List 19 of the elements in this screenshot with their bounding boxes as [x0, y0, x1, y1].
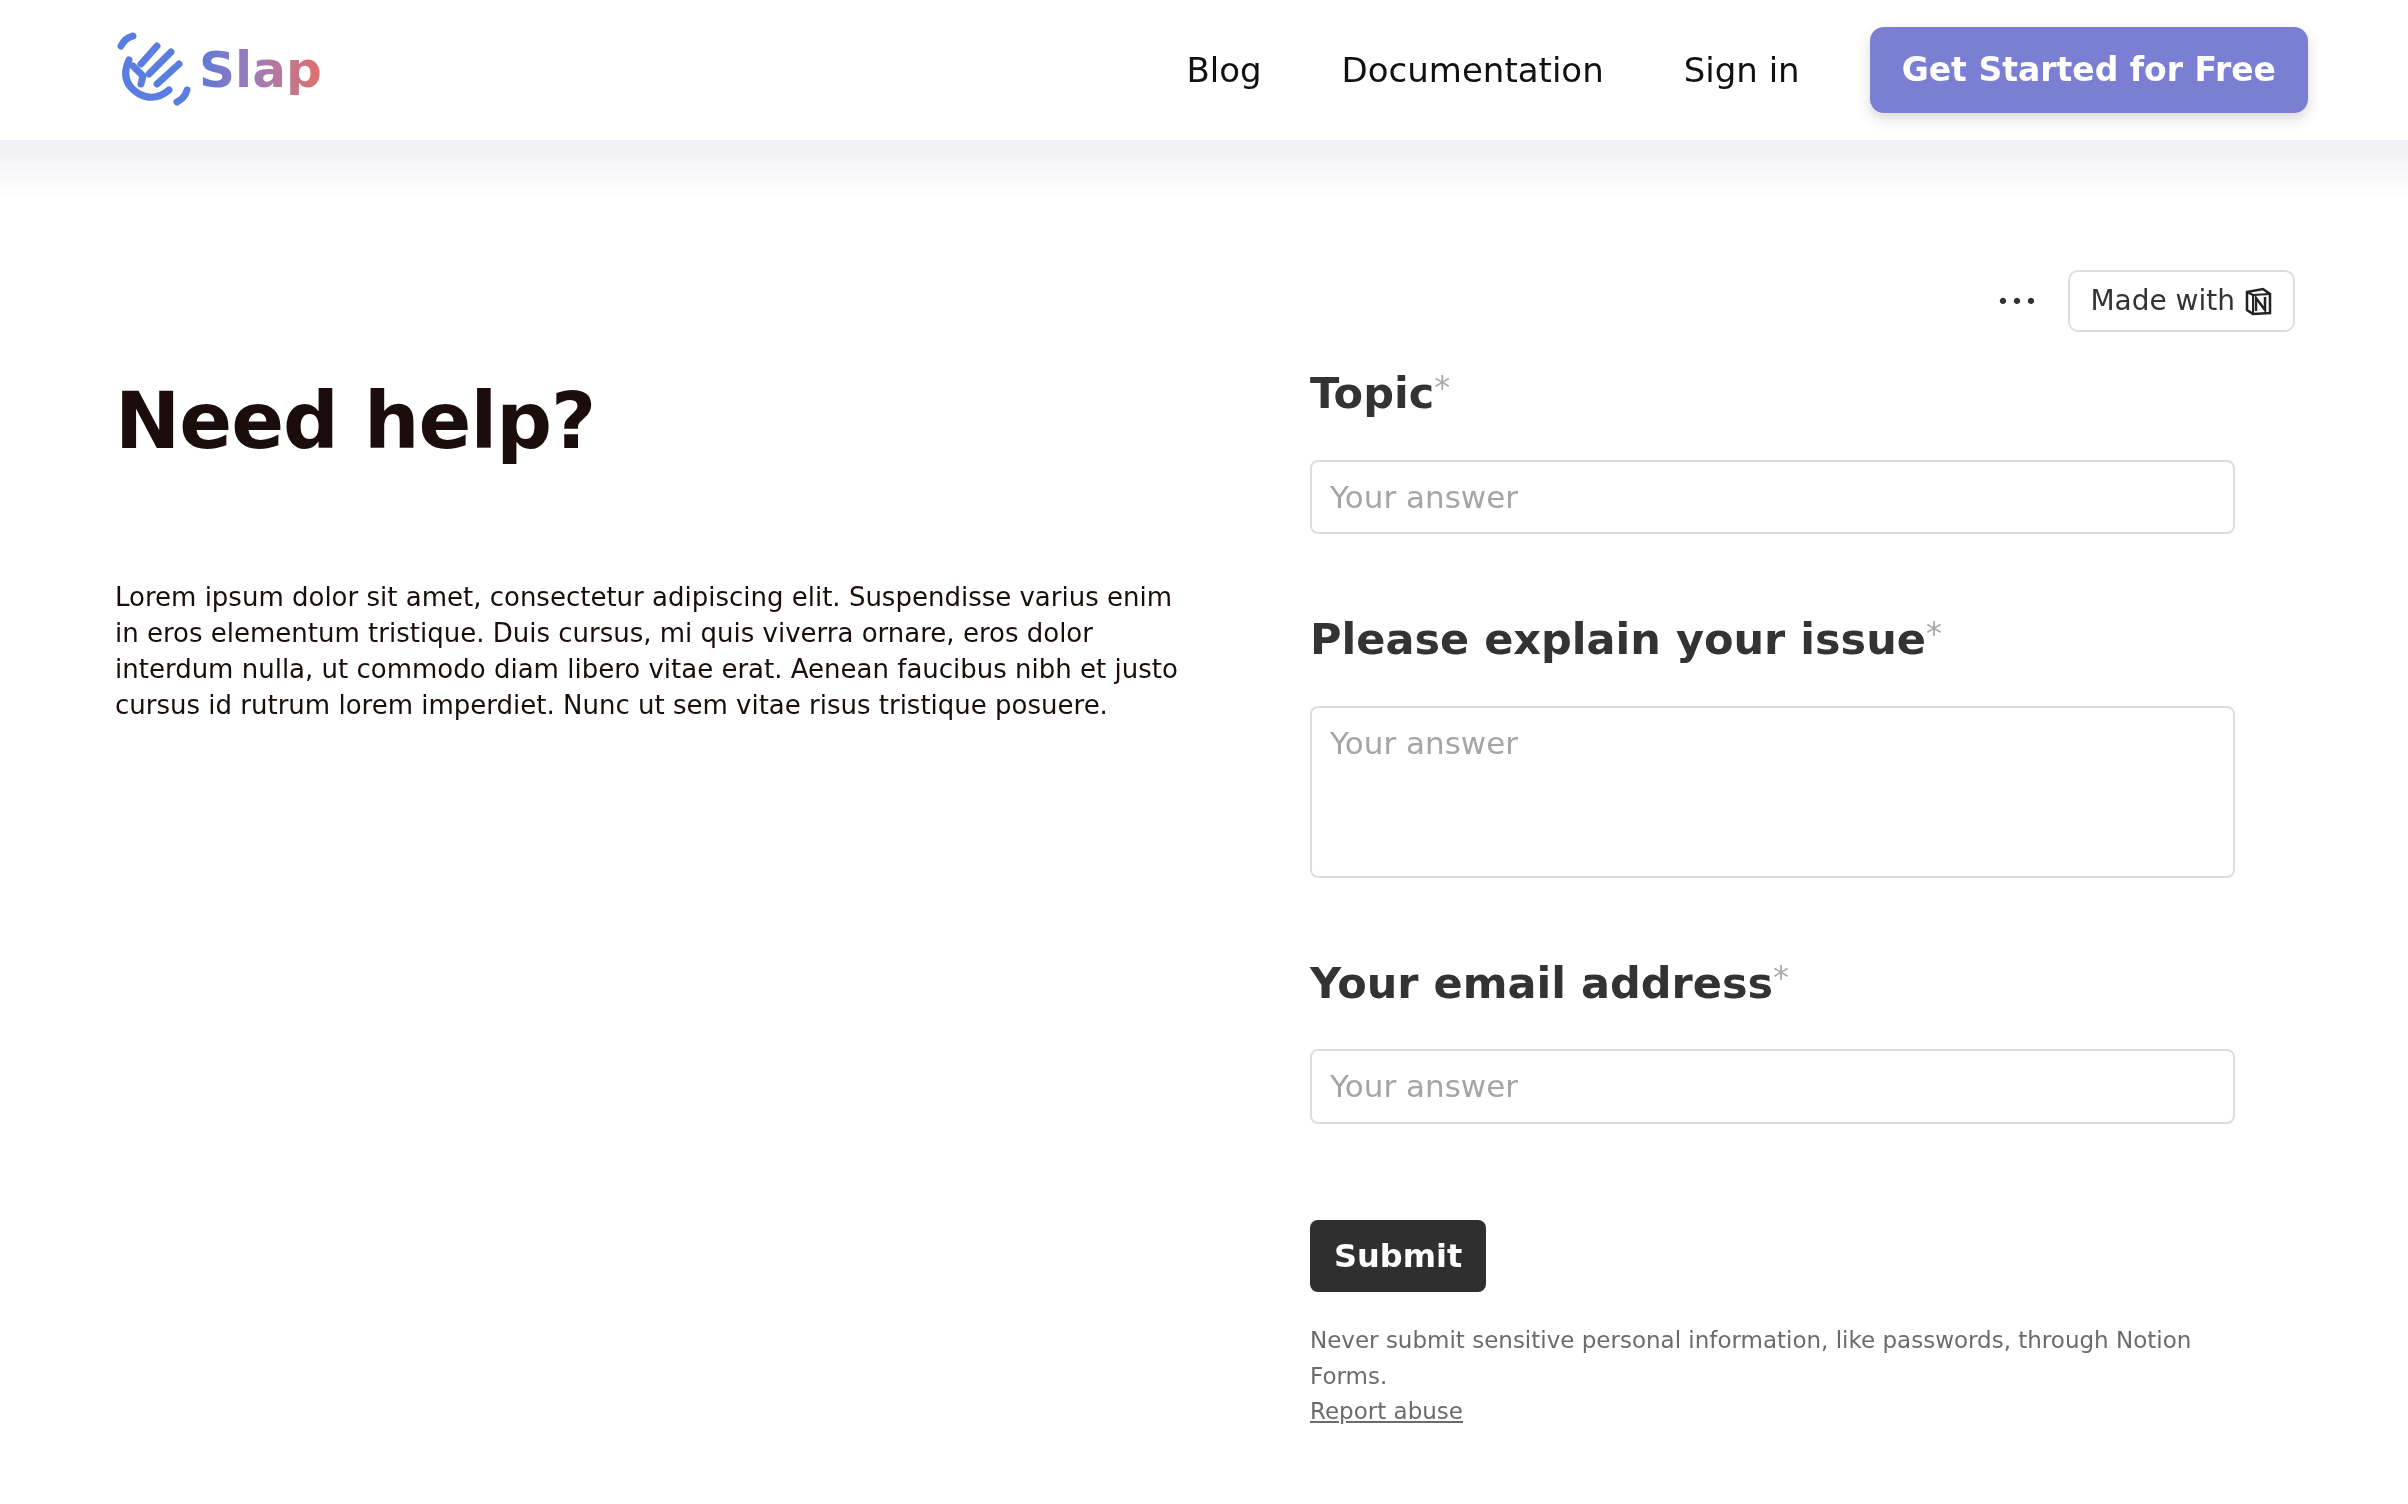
- nav-link[interactable]: Documentation: [1341, 44, 1604, 96]
- field-label: Please explain your issue*: [1310, 614, 1943, 666]
- page-title: Need help?: [115, 375, 597, 468]
- cube-icon: [2243, 286, 2273, 316]
- answer-box[interactable]: Your answer: [1310, 705, 2235, 878]
- input-field[interactable]: Your answer: [1310, 459, 2235, 535]
- notice-text: Never submit sensitive personal information, like passwords, through Notion Forms.: [1310, 1325, 2193, 1391]
- nav-link[interactable]: Blog: [1186, 44, 1262, 96]
- field-label: Your email address*: [1310, 957, 1791, 1010]
- input-field[interactable]: Your answer: [1310, 1049, 2235, 1124]
- hand-icon: [115, 32, 191, 108]
- field-label: Topic*: [1310, 368, 1452, 420]
- intro-paragraph: Lorem ipsum dolor sit amet, consectetur adipiscing elit. Suspendisse varius enim in eros elementum tristique. Duis cursus, mi quis viverra ornare, eros dolor interdum nulla, ut commodo diam libero vitae erat. Aenean faucibus nibh et justo cursus id rutrum lorem imperdiet. Nunc ut sem vitae risus tristique posuere.: [115, 580, 1179, 722]
- get-started-button[interactable]: Get Started for Free: [1869, 27, 2308, 113]
- report-abuse-link[interactable]: Report abuse: [1310, 1397, 1463, 1424]
- more-button[interactable]: •••: [1996, 284, 2039, 318]
- nav-link[interactable]: Sign in: [1683, 44, 1800, 96]
- submit-button[interactable]: Submit: [1310, 1219, 1487, 1292]
- made-with-button[interactable]: Made with: [2068, 270, 2295, 332]
